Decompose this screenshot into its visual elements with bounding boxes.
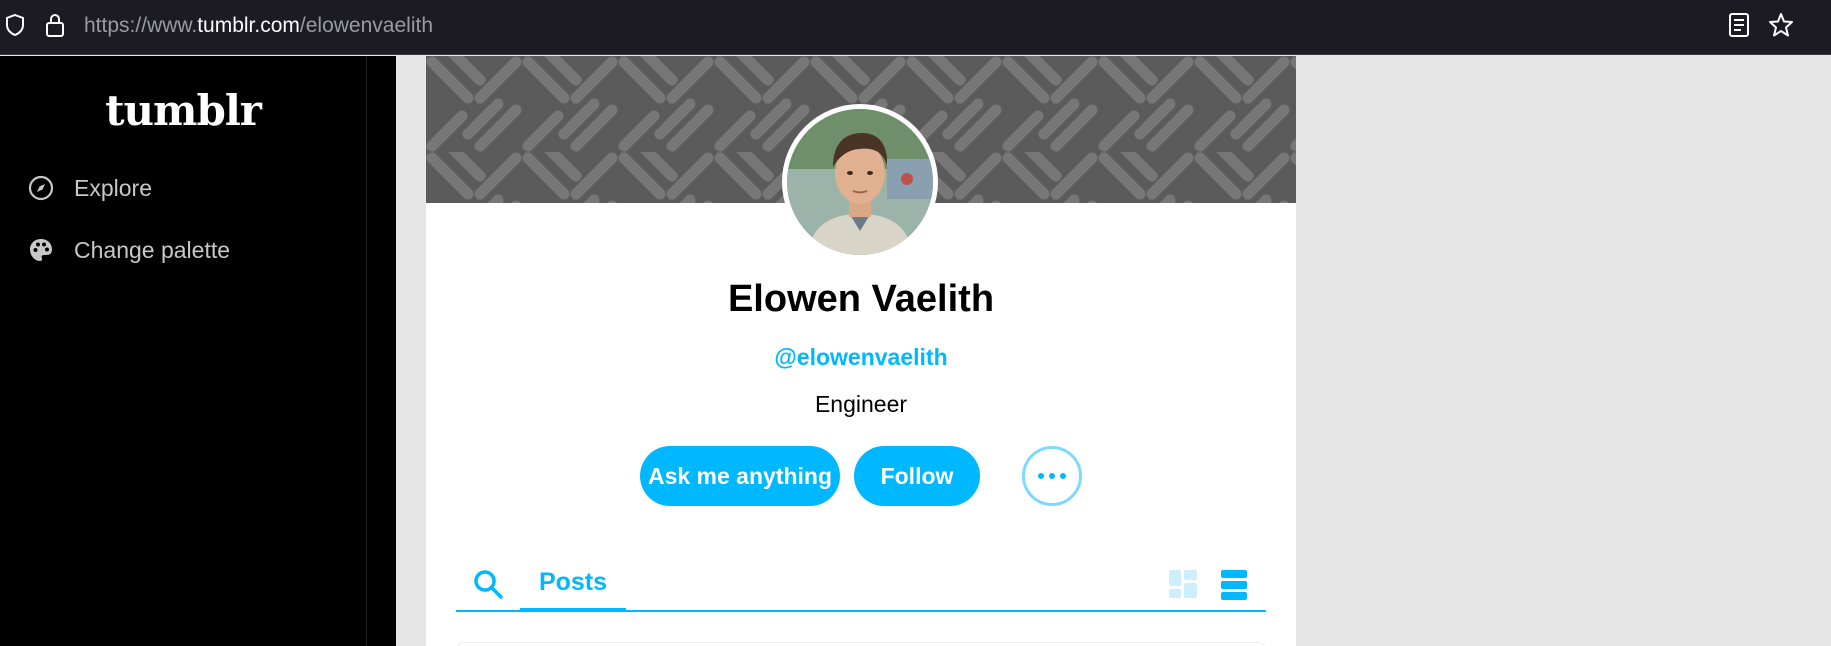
sidebar-item-change-palette[interactable]: Change palette <box>28 232 230 268</box>
ellipsis-dot <box>1049 473 1055 479</box>
post-card <box>456 642 1266 646</box>
blog-tabs: Posts <box>456 556 1266 612</box>
search-icon[interactable] <box>472 568 504 600</box>
sidebar: tumblr Explore Change palette <box>0 56 366 646</box>
sidebar-item-label: Change palette <box>74 236 231 263</box>
blog-url-link[interactable]: @elowenvaelith <box>426 344 1296 371</box>
blog-profile-card: Elowen Vaelith @elowenvaelith Engineer A… <box>426 56 1296 646</box>
follow-button[interactable]: Follow <box>854 446 980 506</box>
reader-view-icon[interactable] <box>1727 12 1751 38</box>
sidebar-item-label: Explore <box>74 174 152 201</box>
blog-title: Elowen Vaelith <box>727 278 995 320</box>
grid-layout-icon[interactable] <box>1168 569 1198 599</box>
list-layout-icon[interactable] <box>1220 569 1248 601</box>
browser-toolbar: https://www.tumblr.com/elowenvaelith <box>0 0 1831 55</box>
bookmark-star-icon[interactable] <box>1767 11 1795 39</box>
url-path: /elowenvaelith <box>299 14 433 37</box>
avatar[interactable] <box>782 104 938 260</box>
sidebar-divider <box>366 56 396 646</box>
address-bar-url[interactable]: https://www.tumblr.com/elowenvaelith <box>84 12 433 40</box>
more-options-button[interactable] <box>1022 446 1082 506</box>
tab-posts[interactable]: Posts <box>520 556 626 612</box>
palette-icon <box>30 239 52 261</box>
url-domain: tumblr.com <box>197 14 300 37</box>
tumblr-logo[interactable]: tumblr <box>0 86 366 135</box>
compass-icon <box>28 175 54 201</box>
lock-icon[interactable] <box>44 12 66 38</box>
ellipsis-dot <box>1060 473 1066 479</box>
ask-me-anything-button[interactable]: Ask me anything <box>640 446 840 506</box>
shield-icon[interactable] <box>4 13 26 37</box>
url-prefix: https://www. <box>84 14 198 37</box>
sidebar-item-explore[interactable]: Explore <box>28 170 152 206</box>
blog-description: Engineer <box>814 391 908 417</box>
ellipsis-icon <box>1038 473 1044 479</box>
